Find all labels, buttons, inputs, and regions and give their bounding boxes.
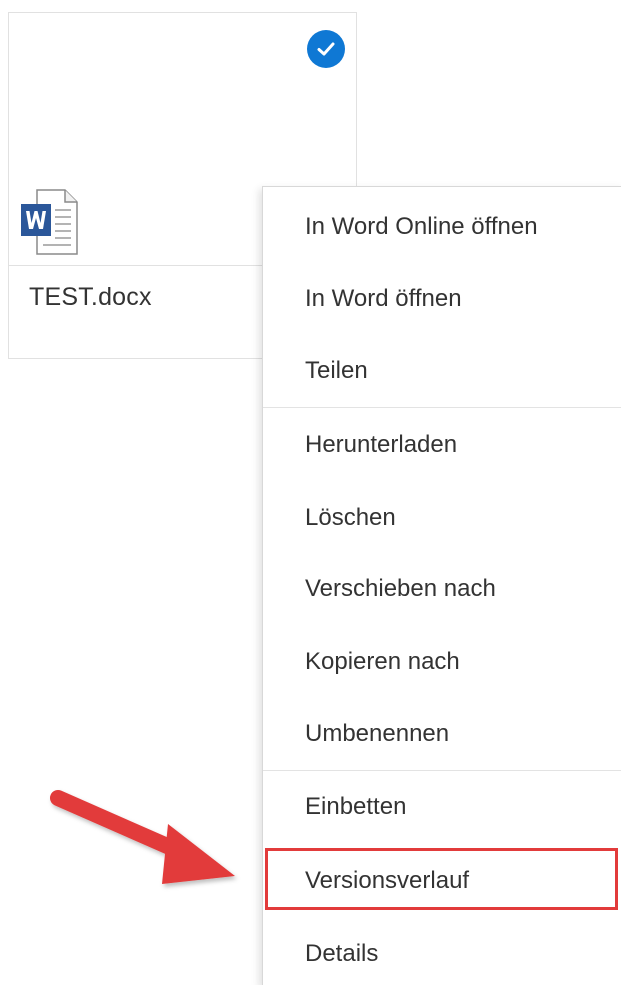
- menu-item-open-word[interactable]: In Word öffnen: [263, 269, 621, 329]
- menu-item-move-to[interactable]: Verschieben nach: [263, 559, 621, 619]
- red-arrow-icon: [50, 790, 235, 884]
- menu-item-share[interactable]: Teilen: [263, 341, 621, 401]
- menu-divider: [263, 407, 621, 408]
- menu-item-open-word-online[interactable]: In Word Online öffnen: [263, 197, 621, 257]
- word-doc-icon: [21, 189, 78, 255]
- highlight-box: [265, 848, 618, 910]
- checkmark-icon[interactable]: [307, 30, 345, 68]
- menu-item-download[interactable]: Herunterladen: [263, 415, 621, 475]
- menu-item-delete[interactable]: Löschen: [263, 488, 621, 548]
- menu-item-rename[interactable]: Umbenennen: [263, 704, 621, 764]
- menu-item-copy-to[interactable]: Kopieren nach: [263, 632, 621, 692]
- menu-item-embed[interactable]: Einbetten: [263, 777, 621, 837]
- menu-item-details[interactable]: Details: [263, 924, 621, 984]
- file-name[interactable]: TEST.docx: [29, 283, 152, 312]
- menu-divider: [263, 770, 621, 771]
- screen: TEST.docx In Word Online öffnen In Word …: [0, 0, 621, 985]
